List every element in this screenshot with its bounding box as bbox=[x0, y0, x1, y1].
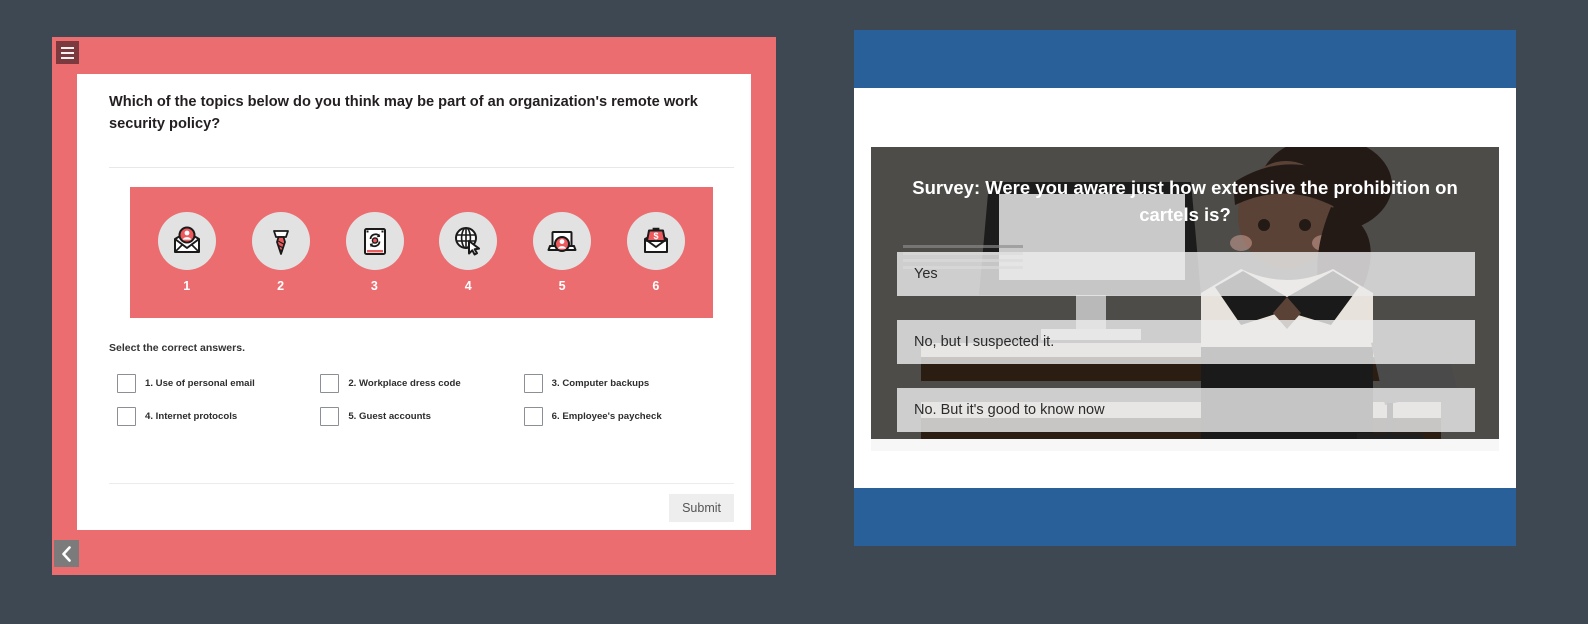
topic-icon-number: 6 bbox=[652, 279, 660, 293]
hamburger-menu-icon[interactable] bbox=[56, 41, 79, 64]
survey-option-no-good-to-know[interactable]: No. But it's good to know now bbox=[897, 388, 1475, 432]
answer-label-1: 1. Use of personal email bbox=[145, 378, 255, 389]
answer-option-3[interactable]: 3. Computer backups bbox=[523, 374, 727, 393]
survey-bottom-strip bbox=[871, 439, 1499, 451]
divider bbox=[109, 167, 734, 168]
survey-title: Survey: Were you aware just how extensiv… bbox=[912, 177, 1458, 225]
answers-grid: 1. Use of personal email 2. Workplace dr… bbox=[117, 374, 727, 426]
answer-checkbox-2[interactable] bbox=[320, 374, 340, 393]
brand-bar-bottom bbox=[854, 488, 1516, 546]
divider bbox=[109, 483, 734, 484]
topic-icon-number: 3 bbox=[370, 279, 379, 293]
quiz-panel: Which of the topics below do you think m… bbox=[52, 37, 776, 575]
topic-icon-item-3[interactable]: 3 bbox=[335, 212, 415, 293]
topic-icon-number: 2 bbox=[277, 279, 285, 293]
survey-option-yes[interactable]: Yes bbox=[897, 252, 1475, 296]
globe-cursor-icon bbox=[439, 212, 498, 270]
answer-checkbox-5[interactable] bbox=[320, 407, 340, 426]
answer-label-6: 6. Employee's paycheck bbox=[551, 411, 662, 422]
laptop-person-icon bbox=[533, 212, 592, 270]
survey-options-list: Yes No, but I suspected it. No. But it's… bbox=[897, 252, 1475, 439]
answer-checkbox-1[interactable] bbox=[117, 374, 136, 393]
answer-option-4[interactable]: 4. Internet protocols bbox=[117, 407, 320, 426]
topic-icon-number: 1 bbox=[183, 279, 191, 293]
hamburger-line bbox=[61, 56, 74, 59]
select-instruction-text: Select the correct answers. bbox=[109, 342, 245, 354]
answer-checkbox-4[interactable] bbox=[117, 407, 136, 426]
topic-icon-item-5[interactable]: 5 bbox=[522, 212, 602, 293]
topic-icon-item-2[interactable]: 2 bbox=[241, 212, 321, 293]
topic-icon-item-4[interactable]: 4 bbox=[428, 212, 508, 293]
brand-bar-top bbox=[854, 30, 1516, 88]
hard-drive-backup-icon bbox=[345, 212, 404, 270]
answer-option-6[interactable]: 6. Employee's paycheck bbox=[523, 407, 727, 426]
hamburger-line bbox=[61, 46, 74, 49]
answer-option-5[interactable]: 5. Guest accounts bbox=[320, 407, 523, 426]
answer-label-2: 2. Workplace dress code bbox=[348, 378, 461, 389]
survey-panel: Survey: Were you aware just how extensiv… bbox=[854, 30, 1516, 546]
svg-text:$: $ bbox=[654, 231, 659, 241]
hamburger-line bbox=[61, 51, 74, 54]
topic-icon-number: 4 bbox=[464, 279, 473, 293]
survey-overlay: Survey: Were you aware just how extensiv… bbox=[871, 147, 1499, 439]
answer-option-2[interactable]: 2. Workplace dress code bbox=[320, 374, 523, 393]
quiz-card: Which of the topics below do you think m… bbox=[77, 74, 751, 530]
email-person-icon bbox=[157, 212, 216, 270]
answer-checkbox-3[interactable] bbox=[523, 374, 543, 393]
answer-option-1[interactable]: 1. Use of personal email bbox=[117, 374, 320, 393]
chevron-left-icon bbox=[62, 545, 71, 562]
topic-icon-strip: 1 2 3 4 5 $ 6 bbox=[130, 187, 713, 318]
necktie-icon bbox=[251, 212, 310, 270]
answer-label-4: 4. Internet protocols bbox=[145, 411, 238, 422]
topic-icon-item-6[interactable]: $ 6 bbox=[616, 212, 696, 293]
envelope-money-icon: $ bbox=[627, 212, 686, 270]
answer-label-5: 5. Guest accounts bbox=[348, 411, 431, 422]
survey-option-no-suspected[interactable]: No, but I suspected it. bbox=[897, 320, 1475, 364]
topic-icon-number: 5 bbox=[558, 279, 566, 293]
answer-label-3: 3. Computer backups bbox=[551, 378, 650, 389]
back-button[interactable] bbox=[54, 540, 79, 567]
submit-button[interactable]: Submit bbox=[669, 494, 734, 522]
topic-icon-item-1[interactable]: 1 bbox=[147, 212, 227, 293]
quiz-question-text: Which of the topics below do you think m… bbox=[109, 94, 698, 132]
answer-checkbox-6[interactable] bbox=[523, 407, 543, 426]
